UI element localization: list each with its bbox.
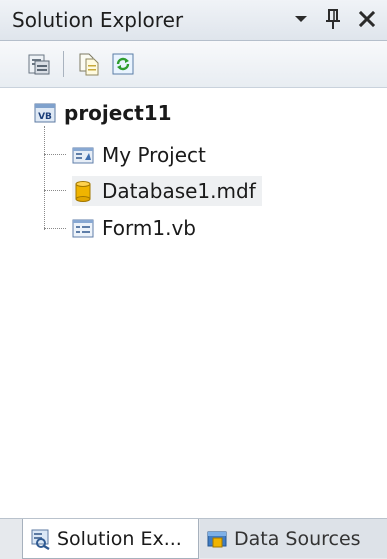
tree-item-my-project[interactable]: My Project	[72, 140, 206, 170]
tree-item-form1[interactable]: Form1.vb	[72, 213, 196, 243]
tree-line	[44, 190, 66, 191]
close-icon[interactable]	[354, 6, 380, 32]
bottom-tab-strip: Solution Ex... Data Sources	[0, 518, 387, 559]
tab-data-sources[interactable]: Data Sources	[200, 519, 387, 558]
panel-toolbar	[0, 41, 387, 88]
solution-tree: VB project11 My Project Database1.mdf Fo…	[0, 88, 387, 518]
toolbar-separator	[63, 51, 64, 77]
data-sources-icon	[207, 531, 227, 547]
refresh-icon[interactable]	[110, 51, 136, 77]
tree-item-database1[interactable]: Database1.mdf	[72, 176, 262, 206]
tree-item-label: Database1.mdf	[102, 179, 256, 203]
properties-icon[interactable]	[26, 51, 52, 77]
my-project-icon	[72, 147, 94, 164]
show-all-files-icon[interactable]	[76, 51, 102, 77]
vb-project-icon: VB	[34, 103, 56, 123]
tree-item-label: Form1.vb	[102, 216, 196, 240]
tree-line	[44, 154, 66, 155]
database-icon	[75, 181, 91, 202]
tree-item-project11[interactable]: VB project11	[34, 98, 172, 128]
tree-item-label: My Project	[102, 143, 206, 167]
tree-line	[44, 228, 66, 229]
solution-explorer-icon	[31, 529, 50, 550]
panel-titlebar: Solution Explorer	[0, 0, 387, 41]
tree-item-label: project11	[64, 101, 172, 125]
pin-icon[interactable]	[320, 6, 346, 32]
tree-line	[44, 126, 45, 230]
panel-title: Solution Explorer	[12, 8, 184, 32]
solution-explorer-panel: Solution Explorer VB project11 My Projec…	[0, 0, 387, 559]
tab-solution-explorer[interactable]: Solution Ex...	[22, 519, 199, 559]
tab-label: Solution Ex...	[57, 527, 182, 550]
svg-text:VB: VB	[38, 112, 52, 122]
dropdown-arrow-icon[interactable]	[288, 6, 314, 32]
tab-label: Data Sources	[234, 527, 361, 550]
form-icon	[72, 219, 94, 238]
